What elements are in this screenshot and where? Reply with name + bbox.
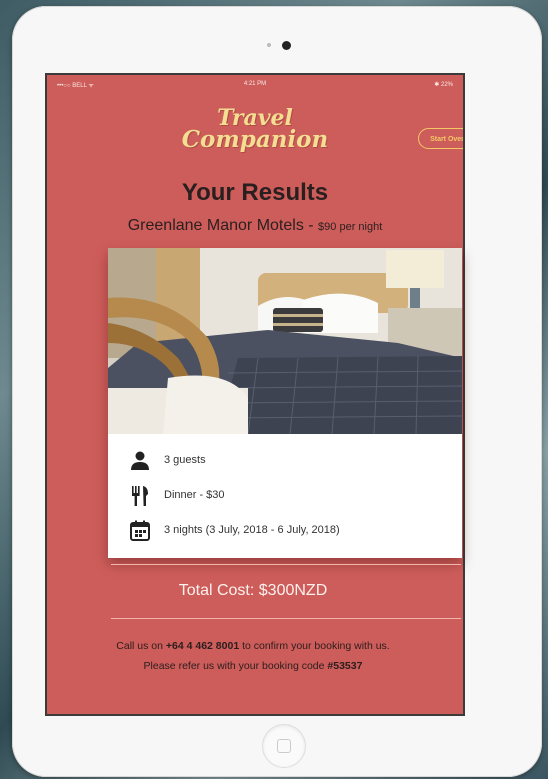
status-bar: •••○○ BELL ᯤ 4:21 PM ✱ 22% — [47, 75, 463, 91]
hotel-name: Greenlane Manor Motels - — [127, 217, 319, 234]
person-icon — [128, 449, 152, 473]
app-logo: Travel Companion — [47, 107, 463, 151]
home-button[interactable] — [262, 724, 306, 768]
booking-code-label: Please refer us with your booking code — [143, 660, 328, 672]
hotel-price: $90 per night — [318, 221, 383, 233]
logo-line-2: Companion — [181, 126, 329, 153]
contact-line-1: Call us on +64 4 462 8001 to confirm you… — [45, 636, 461, 656]
hotel-heading: Greenlane Manor Motels - $90 per night — [47, 217, 463, 235]
result-card: 3 guests Dinner - $30 3 nights (3 July, … — [108, 248, 462, 558]
cutlery-icon — [128, 484, 152, 508]
home-square-icon — [277, 739, 291, 753]
phone-number[interactable]: +64 4 462 8001 — [166, 640, 239, 652]
tablet-frame: •••○○ BELL ᯤ 4:21 PM ✱ 22% Travel Compan… — [12, 6, 542, 777]
contact-info: Call us on +64 4 462 8001 to confirm you… — [45, 636, 461, 676]
calendar-icon — [128, 519, 152, 543]
guests-text: 3 guests — [164, 454, 206, 466]
divider-bottom — [111, 618, 461, 619]
front-camera — [282, 41, 291, 50]
page-title: Your Results — [181, 179, 329, 206]
hotel-room-photo — [108, 248, 462, 434]
battery-status: ✱ 22% — [434, 82, 453, 88]
contact-confirm-text: to confirm your booking with us. — [239, 640, 390, 652]
contact-line-2: Please refer us with your booking code #… — [45, 656, 461, 676]
divider-top — [111, 564, 461, 565]
sensor-dot — [267, 43, 271, 47]
booking-code: #53537 — [327, 660, 363, 672]
total-cost: Total Cost: $300NZD — [178, 582, 328, 599]
start-over-button[interactable]: Start Over — [418, 128, 463, 149]
status-time: 4:21 PM — [243, 81, 267, 87]
contact-call-text: Call us on — [116, 640, 166, 652]
dinner-text: Dinner - $30 — [164, 489, 225, 501]
nights-text: 3 nights (3 July, 2018 - 6 July, 2018) — [164, 524, 340, 536]
